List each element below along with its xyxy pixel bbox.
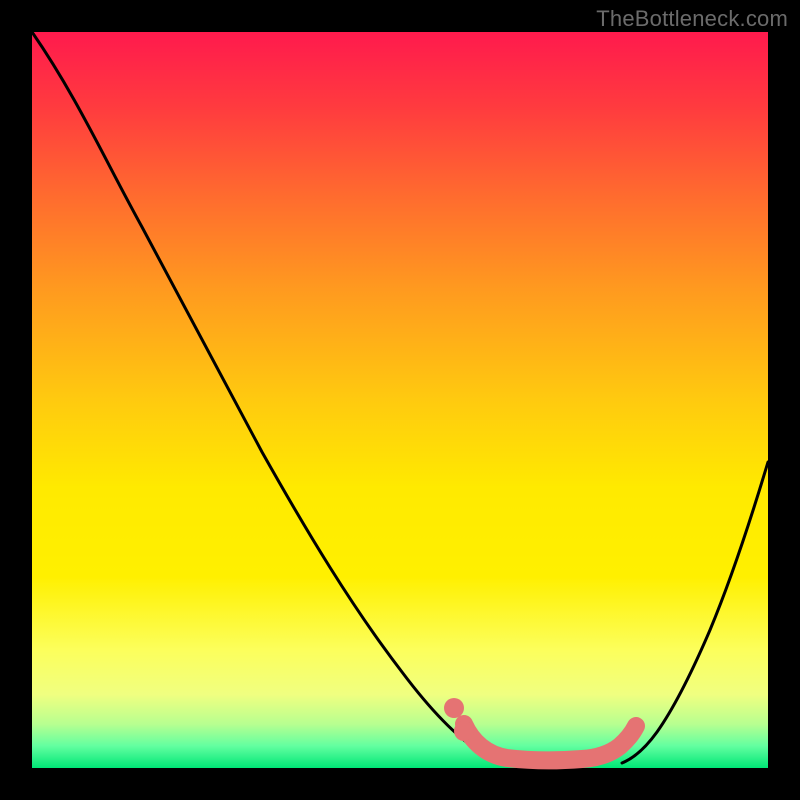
curve-right	[622, 462, 768, 763]
curve-left	[32, 32, 502, 763]
pink-dot-lower	[454, 721, 474, 741]
chart-svg	[32, 32, 768, 768]
watermark-label: TheBottleneck.com	[596, 6, 788, 32]
chart-frame: TheBottleneck.com	[0, 0, 800, 800]
pink-dot-upper	[444, 698, 464, 718]
optimal-zone-overlay	[464, 724, 636, 760]
